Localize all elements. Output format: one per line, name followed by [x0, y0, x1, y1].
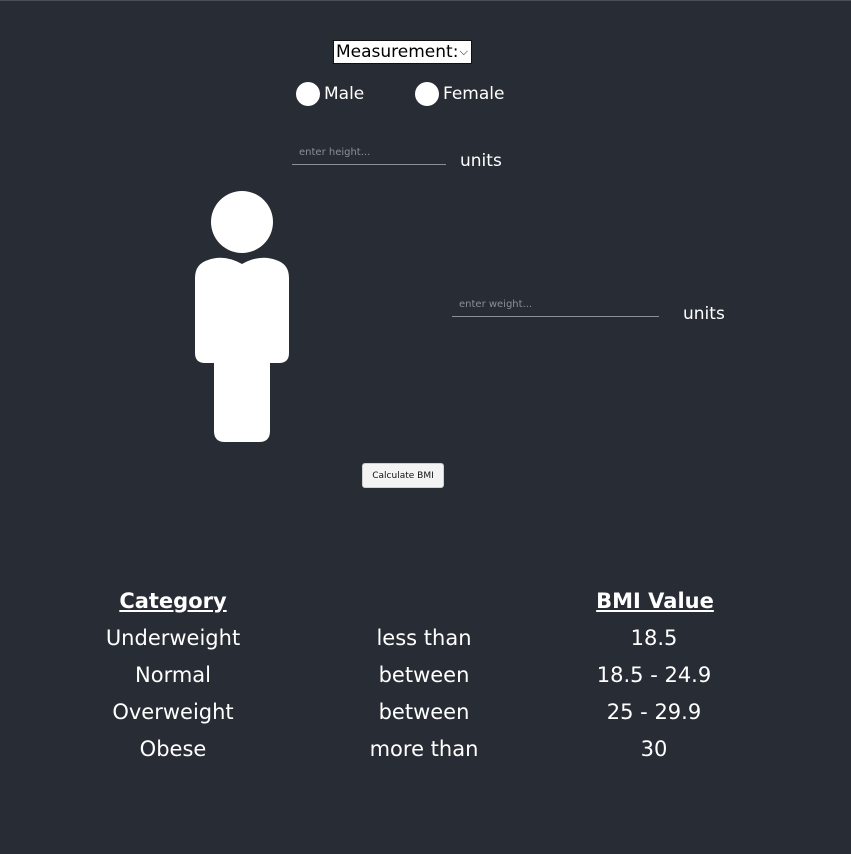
row-value: 18.5 - 24.9: [596, 663, 712, 687]
row-category: Obese: [139, 737, 207, 761]
calculate-bmi-button[interactable]: Calculate BMI: [362, 463, 444, 488]
height-units: units: [460, 151, 502, 171]
header-category: Category: [119, 589, 227, 613]
chevron-down-icon: ⌵: [459, 45, 468, 58]
row-value: 30: [640, 737, 668, 761]
measurement-select-value: Measurement:: [336, 42, 459, 62]
female-label: Female: [443, 84, 505, 104]
row-category: Overweight: [112, 700, 234, 724]
weight-units: units: [683, 304, 725, 324]
male-radio[interactable]: [296, 82, 320, 106]
male-label: Male: [324, 84, 365, 104]
weight-input[interactable]: [452, 296, 659, 317]
row-relation: between: [378, 663, 470, 687]
row-value: 18.5: [630, 626, 678, 650]
person-icon: [195, 191, 289, 442]
row-value: 25 - 29.9: [606, 700, 702, 724]
measurement-select[interactable]: Measurement: ⌵: [333, 40, 472, 64]
female-radio[interactable]: [415, 82, 439, 106]
header-bmi-value: BMI Value: [596, 589, 714, 613]
top-divider: [0, 0, 851, 1]
row-category: Underweight: [105, 626, 241, 650]
row-category: Normal: [135, 663, 211, 687]
row-relation: between: [378, 700, 470, 724]
height-input[interactable]: [292, 144, 446, 165]
row-relation: more than: [369, 737, 479, 761]
row-relation: less than: [376, 626, 472, 650]
